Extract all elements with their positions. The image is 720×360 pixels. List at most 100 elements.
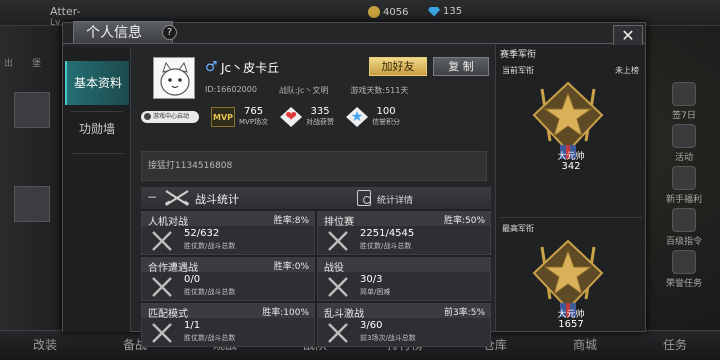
stat-win-rate: 前3率:5% — [443, 308, 485, 318]
bottom-nav-item[interactable]: 改装 — [0, 331, 90, 360]
crossed-guns-icon — [152, 323, 172, 343]
crossed-guns-icon — [152, 231, 172, 251]
mvp-icon: MVP — [211, 107, 235, 127]
male-gender-icon: ♂ — [205, 59, 218, 75]
hud-coins-value: 4056 — [383, 6, 409, 18]
current-rank-status: 未上榜 — [615, 66, 639, 75]
stat-subtitle: 胜仗数/战斗总数 — [184, 288, 236, 296]
bottom-nav-item[interactable]: 商城 — [540, 331, 630, 360]
credit-label: 信誉积分 — [372, 118, 401, 126]
stat-subtitle: 胜仗数/战斗总数 — [360, 242, 412, 250]
battle-stats-header[interactable]: − 战斗统计 统计详情 — [141, 187, 491, 209]
hud-right-item-label: 新手福利 — [665, 195, 702, 205]
close-button[interactable]: ✕ — [613, 25, 643, 47]
gem-icon — [428, 6, 440, 17]
hud-right-item-label: 百级指令 — [665, 237, 702, 247]
copy-button[interactable]: 复 制 — [433, 57, 489, 76]
stat-subtitle: 胜仗数/战斗总数 — [184, 242, 236, 250]
coin-icon — [368, 6, 380, 18]
avatar[interactable] — [153, 57, 195, 99]
player-team[interactable]: 战队:Jc丶文明 — [279, 85, 328, 96]
heart-icon: ❤ — [280, 107, 303, 127]
player-name: Jc丶皮卡丘 — [221, 61, 280, 75]
add-friend-button[interactable]: 加好友 — [369, 57, 427, 76]
hud-left-panel: 出 堡 — [0, 26, 62, 330]
credit-badge: ★ 100 信誉积分 — [346, 107, 400, 127]
gift-icon — [672, 82, 696, 106]
hud-gems[interactable]: 135 — [428, 6, 462, 17]
stat-value: 0/0 — [184, 274, 201, 285]
crossed-guns-icon — [328, 231, 348, 251]
dialog-title: 个人信息 ? — [73, 21, 177, 43]
likes-label: 对战获赞 — [306, 118, 335, 126]
side-tab-divider — [71, 153, 123, 154]
hud-player-name: Atter- — [50, 5, 81, 18]
stat-win-rate: 胜率:50% — [443, 216, 485, 226]
hud-right-panel: 签7日 活动 新手福利 百级指令 荣誉任务 — [648, 26, 720, 336]
hud-right-item-label: 荣誉任务 — [665, 279, 702, 289]
stat-card-coop[interactable]: 合作遭遇战 胜率:0% 0/0 胜仗数/战斗总数 — [141, 257, 315, 301]
badges-row: 游戏中心启动 MVP 765 MVP场次 ❤ 335 对战获赞 ★ 100 信誉积分 — [141, 105, 491, 129]
season-rank-panel: 赛季军衔 当前军衔 未上榜 大元帅 342 最高军衔 大元帅 1657 — [495, 45, 645, 331]
stats-detail-link[interactable]: 统计详情 — [377, 193, 413, 206]
tab-basic-info[interactable]: 基本资料 — [65, 61, 129, 105]
stat-mode-name: 人机对战 — [148, 217, 188, 228]
stat-value: 1/1 — [184, 320, 201, 331]
event-icon — [672, 124, 696, 148]
stat-win-rate: 胜率:100% — [262, 308, 309, 318]
mvp-count: 765 — [243, 106, 264, 117]
star-icon: ★ — [346, 107, 369, 127]
current-rank-score: 342 — [561, 161, 581, 172]
highest-rank-score: 1657 — [558, 319, 584, 330]
stat-card-ranked[interactable]: 排位赛 胜率:50% 2251/4545 胜仗数/战斗总数 — [317, 211, 491, 255]
current-rank-label: 当前军衔 — [502, 66, 534, 75]
command-icon — [672, 208, 696, 232]
crossed-guns-icon — [152, 277, 172, 297]
hud-right-item[interactable]: 荣誉任务 — [662, 250, 706, 289]
hud-right-item[interactable]: 活动 — [662, 124, 706, 163]
stat-card-pve[interactable]: 人机对战 胜率:8% 52/632 胜仗数/战斗总数 — [141, 211, 315, 255]
season-rank-title: 赛季军衔 — [500, 50, 537, 60]
battle-stats-panel: − 战斗统计 统计详情 人机对战 胜率:8% 52/632 胜仗数/战斗总数 排… — [141, 187, 491, 347]
stat-subtitle: 简单/困难 — [360, 288, 391, 296]
side-tab-list: 基本资料 功勋墙 — [63, 47, 131, 332]
hud-right-item[interactable]: 百级指令 — [662, 208, 706, 247]
hud-gems-value: 135 — [443, 6, 463, 17]
stat-value: 3/60 — [360, 320, 383, 331]
mvp-label: MVP场次 — [239, 118, 269, 126]
stats-detail-icon[interactable] — [357, 190, 371, 206]
signature-box: 接猛打1134516808 — [141, 151, 487, 181]
stat-mode-name: 战役 — [324, 263, 344, 274]
stat-subtitle: 前3场次/战斗总数 — [360, 334, 416, 342]
hud-teammate-avatar[interactable] — [14, 186, 50, 222]
stat-card-campaign[interactable]: 战役 30/3 简单/困难 — [317, 257, 491, 301]
hud-right-item-label: 签7日 — [672, 111, 696, 121]
game-center-chip[interactable]: 游戏中心启动 — [141, 111, 199, 123]
collapse-icon[interactable]: − — [147, 190, 157, 204]
stat-mode-name: 匹配模式 — [148, 309, 188, 320]
stat-mode-name: 乱斗激战 — [324, 309, 364, 320]
bottom-nav-item[interactable]: 任务 — [630, 331, 720, 360]
hud-right-item[interactable]: 新手福利 — [662, 166, 706, 205]
newbie-icon — [672, 166, 696, 190]
tab-merit-wall[interactable]: 功勋墙 — [65, 107, 129, 151]
stat-card-brawl[interactable]: 乱斗激战 前3率:5% 3/60 前3场次/战斗总数 — [317, 303, 491, 347]
rank-divider — [500, 217, 642, 218]
hud-right-item[interactable]: 签7日 — [662, 82, 706, 121]
task-icon — [672, 250, 696, 274]
battle-stats-title: 战斗统计 — [195, 193, 239, 206]
hud-teammate-avatar[interactable] — [14, 92, 50, 128]
stat-value: 30/3 — [360, 274, 383, 285]
hud-coins[interactable]: 4056 — [368, 6, 408, 18]
stat-win-rate: 胜率:8% — [273, 216, 309, 226]
stat-mode-name: 合作遭遇战 — [148, 263, 198, 274]
help-icon[interactable]: ? — [162, 25, 177, 40]
mvp-badge: MVP 765 MVP场次 — [211, 107, 268, 127]
player-info-dialog: 个人信息 ? ✕ 基本资料 功勋墙 ♂ Jc丶皮卡丘 加好友 复 制 ID:16… — [62, 21, 646, 347]
dialog-title-text: 个人信息 — [86, 25, 142, 41]
likes-count: 335 — [310, 106, 330, 117]
stat-mode-name: 排位赛 — [324, 217, 354, 228]
hud-right-item-label: 活动 — [674, 153, 693, 163]
stat-card-match[interactable]: 匹配模式 胜率:100% 1/1 胜仗数/战斗总数 — [141, 303, 315, 347]
stat-subtitle: 胜仗数/战斗总数 — [184, 334, 236, 342]
